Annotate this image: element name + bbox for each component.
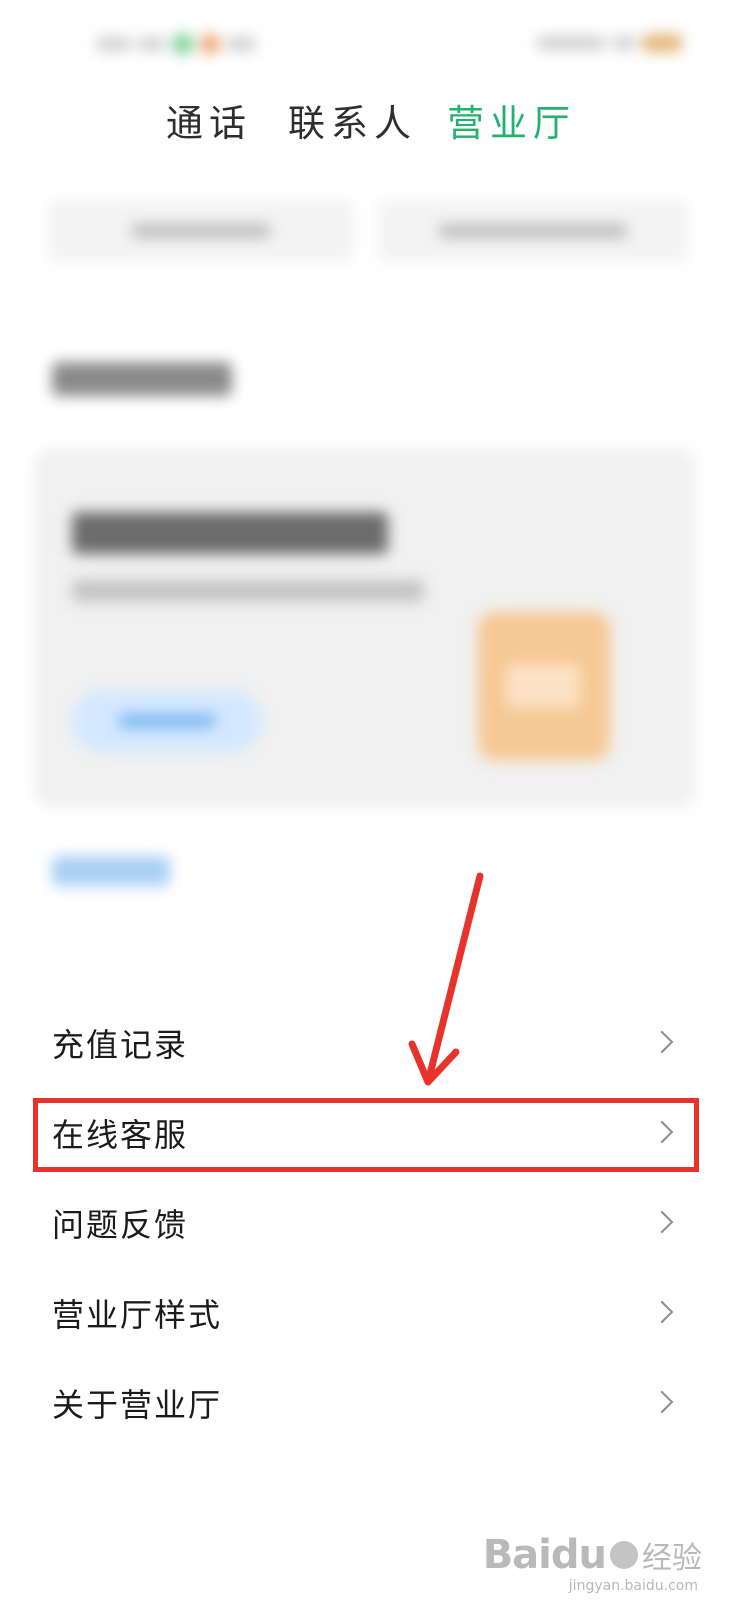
status-time-placeholder xyxy=(96,37,132,51)
status-bar xyxy=(0,0,738,90)
quick-action-left[interactable] xyxy=(48,200,354,262)
network-speed-placeholder xyxy=(536,36,606,50)
menu-item-label: 关于营业厅 xyxy=(52,1386,223,1424)
baidu-paw-icon xyxy=(610,1541,638,1569)
tab-contacts[interactable]: 联系人 xyxy=(288,92,417,156)
promo-button-label-placeholder xyxy=(118,714,216,728)
tab-service-hall[interactable]: 营业厅 xyxy=(447,92,576,156)
watermark-cn: 经验 xyxy=(642,1541,702,1576)
battery-icon xyxy=(642,34,682,52)
tab-calls[interactable]: 通话 xyxy=(166,92,252,156)
chevron-right-icon xyxy=(650,1120,674,1144)
quick-action-row xyxy=(48,200,688,266)
section-title-placeholder xyxy=(52,362,232,396)
menu-item-online-customer-service[interactable]: 在线客服 xyxy=(0,1090,738,1180)
menu-item-label: 在线客服 xyxy=(52,1116,189,1154)
quick-action-right[interactable] xyxy=(378,200,688,262)
watermark-url: jingyan.baidu.com xyxy=(568,1578,698,1594)
promo-title-placeholder xyxy=(72,512,388,554)
status-date-placeholder xyxy=(138,37,166,51)
app-notification-icon xyxy=(200,34,220,54)
signal-icon xyxy=(612,36,636,50)
baidu-watermark: Baidu 经验 xyxy=(483,1532,702,1578)
menu-item-recharge-history[interactable]: 充值记录 xyxy=(0,1000,738,1090)
menu-item-about[interactable]: 关于营业厅 xyxy=(0,1360,738,1450)
status-extra-placeholder xyxy=(226,37,256,51)
status-bar-right xyxy=(536,34,682,52)
watermark-brand: Baidu xyxy=(482,1532,607,1578)
status-bar-left xyxy=(96,33,256,55)
more-link-placeholder[interactable] xyxy=(52,856,170,886)
top-tabs: 通话 联系人 营业厅 xyxy=(0,92,738,156)
menu-item-label: 问题反馈 xyxy=(52,1206,189,1244)
chevron-right-icon xyxy=(650,1300,674,1324)
menu-item-label: 营业厅样式 xyxy=(52,1296,223,1334)
chevron-right-icon xyxy=(650,1030,674,1054)
promo-subtitle-placeholder xyxy=(72,580,424,602)
wechat-notification-icon xyxy=(172,33,194,55)
chevron-right-icon xyxy=(650,1210,674,1234)
sim-card-image xyxy=(478,612,610,760)
promo-action-button[interactable] xyxy=(72,690,262,752)
chevron-right-icon xyxy=(650,1390,674,1414)
quick-action-right-placeholder xyxy=(438,224,628,238)
menu-item-label: 充值记录 xyxy=(52,1026,189,1064)
menu-item-hall-style[interactable]: 营业厅样式 xyxy=(0,1270,738,1360)
menu-item-feedback[interactable]: 问题反馈 xyxy=(0,1180,738,1270)
quick-action-left-placeholder xyxy=(131,224,271,238)
sim-card-chip xyxy=(506,664,580,708)
